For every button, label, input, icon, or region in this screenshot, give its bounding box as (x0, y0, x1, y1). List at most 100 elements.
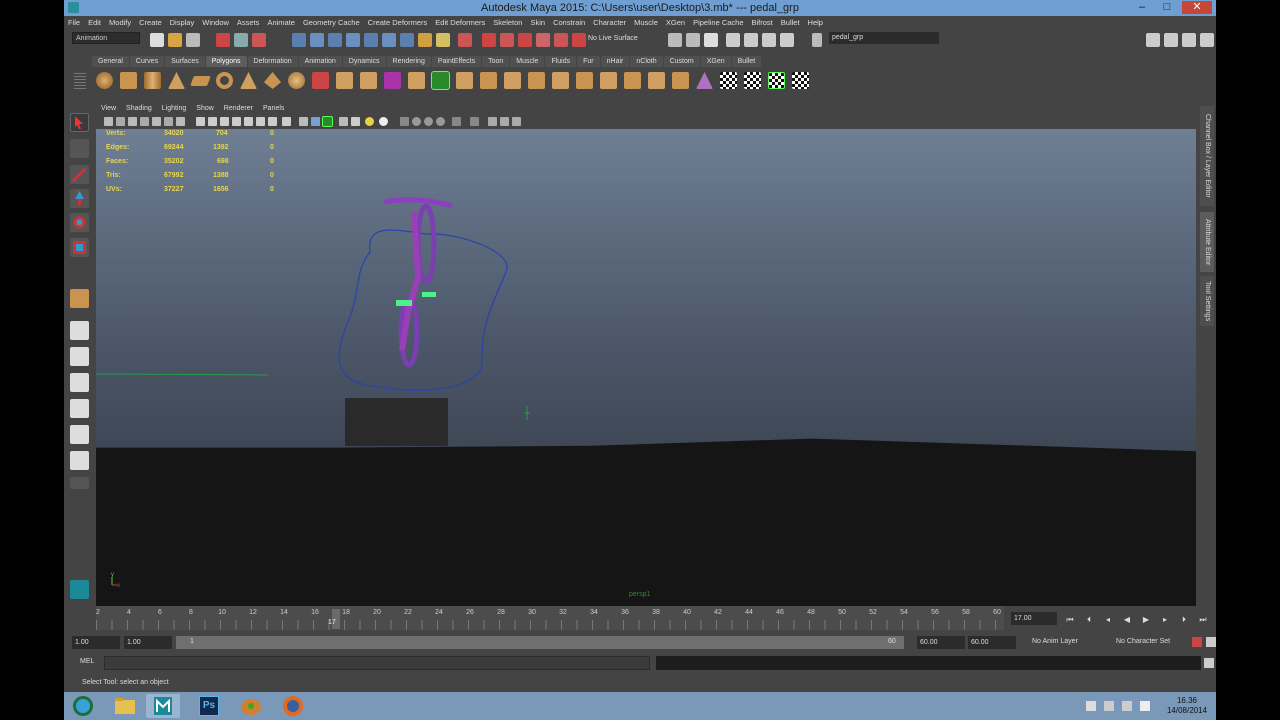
backface-culling-icon[interactable] (500, 117, 509, 126)
wireframe-icon[interactable] (299, 117, 308, 126)
current-frame-field[interactable]: 17.00 (1011, 612, 1057, 625)
render-settings-icon[interactable] (704, 33, 718, 47)
fill-hole-icon[interactable] (600, 72, 617, 89)
menu-pipeline-cache[interactable]: Pipeline Cache (689, 16, 747, 29)
shadows-icon[interactable] (379, 117, 388, 126)
bevel-icon[interactable] (504, 72, 521, 89)
save-scene-icon[interactable] (186, 33, 200, 47)
poly-cube-icon[interactable] (120, 72, 137, 89)
play-backwards-button[interactable]: ◀ (1121, 615, 1133, 624)
rotate-tool-icon[interactable] (70, 213, 89, 232)
two-d-pan-zoom-icon[interactable] (152, 117, 161, 126)
poly-sphere-icon[interactable] (96, 72, 113, 89)
modeling-toolkit-icon[interactable] (744, 33, 758, 47)
playback-start-field[interactable]: 1.00 (124, 636, 172, 649)
shelf-tab-nhair[interactable]: nHair (600, 56, 630, 67)
menu-edit[interactable]: Edit (84, 16, 105, 29)
anim-layer-dropdown[interactable]: No Anim Layer (1032, 638, 1078, 645)
maya-help-icon[interactable] (70, 580, 89, 599)
extrude-icon[interactable] (431, 71, 450, 90)
tray-app-icon[interactable] (1104, 701, 1114, 711)
menu-muscle[interactable]: Muscle (630, 16, 662, 29)
time-ruler[interactable]: 2 4 6 8 10 12 14 16 18 20 22 24 26 28 30… (96, 606, 1004, 630)
resolution-gate-icon[interactable] (208, 117, 217, 126)
select-handles-icon[interactable] (310, 33, 324, 47)
file-explorer-icon[interactable] (108, 694, 142, 718)
poly-soccer-ball-icon[interactable] (288, 72, 305, 89)
shelf-tab-muscle[interactable]: Muscle (510, 56, 545, 67)
tray-volume-icon[interactable] (1140, 701, 1150, 711)
select-rendering-icon[interactable] (418, 33, 432, 47)
menu-modify[interactable]: Modify (105, 16, 135, 29)
shelf-tab-surfaces[interactable]: Surfaces (165, 56, 205, 67)
ipr-render-icon[interactable] (686, 33, 700, 47)
paint-select-tool-icon[interactable] (70, 165, 89, 184)
menu-xgen[interactable]: XGen (662, 16, 689, 29)
tray-network-icon[interactable] (1122, 701, 1132, 711)
layout-persp-outliner-icon[interactable] (70, 373, 89, 392)
menu-character[interactable]: Character (589, 16, 630, 29)
select-object-icon[interactable] (234, 33, 248, 47)
maximize-button[interactable]: □ (1157, 1, 1177, 14)
menu-file[interactable]: File (64, 16, 84, 29)
menu-create[interactable]: Create (135, 16, 166, 29)
uv-snapshot-icon[interactable] (792, 72, 809, 89)
attribute-editor-toggle-icon[interactable] (762, 33, 776, 47)
multisample-aa-icon[interactable] (424, 117, 433, 126)
shelf-tab-curves[interactable]: Curves (129, 56, 165, 67)
step-forward-key-button[interactable]: ⏵ (1178, 615, 1190, 625)
maya-taskbar-icon[interactable] (146, 694, 180, 718)
step-back-key-button[interactable]: ⏴ (1083, 615, 1095, 625)
shelf-tab-dynamics[interactable]: Dynamics (342, 56, 386, 67)
split-polygon-icon[interactable] (552, 72, 569, 89)
cylindrical-mapping-icon[interactable] (648, 72, 665, 89)
extract-icon[interactable] (384, 72, 401, 89)
panel-layout-icon[interactable] (1200, 33, 1214, 47)
image-plane-icon[interactable] (140, 117, 149, 126)
snap-view-plane-icon[interactable] (518, 33, 532, 47)
shelf-tab-deformation[interactable]: Deformation (247, 56, 298, 67)
text-display-icon[interactable] (282, 117, 291, 126)
layout-more-icon[interactable] (70, 477, 89, 489)
layout-four-view-icon[interactable] (70, 347, 89, 366)
checker-uv-icon[interactable] (720, 72, 737, 89)
select-surfaces-icon[interactable] (364, 33, 378, 47)
layout-single-perspective-icon[interactable] (70, 321, 89, 340)
shelf-tab-xgen[interactable]: XGen (700, 56, 731, 67)
gate-mask-icon[interactable] (220, 117, 229, 126)
wireframe-on-shaded-icon[interactable] (322, 116, 333, 127)
layer-editor-toggle-icon[interactable] (1164, 33, 1178, 47)
safe-title-icon[interactable] (256, 117, 265, 126)
layout-hypershade-icon[interactable] (70, 425, 89, 444)
select-hierarchy-icon[interactable] (216, 33, 230, 47)
menu-constrain[interactable]: Constrain (549, 16, 589, 29)
poly-torus-icon[interactable] (216, 72, 233, 89)
lighting-default-icon[interactable] (351, 117, 360, 126)
channel-box-toggle-icon[interactable] (1146, 33, 1160, 47)
tab-tool-settings[interactable]: Tool Settings (1200, 276, 1214, 326)
menu-bullet[interactable]: Bullet (777, 16, 804, 29)
shelf-tab-fluids[interactable]: Fluids (545, 56, 577, 67)
bridge-icon[interactable] (456, 72, 473, 89)
viewport-menu-panels[interactable]: Panels (258, 102, 289, 115)
lasso-tool-icon[interactable] (70, 139, 89, 158)
taskbar-clock[interactable]: 16.36 14/08/2014 (1162, 696, 1212, 716)
shelf-tab-rendering[interactable]: Rendering (386, 56, 431, 67)
menu-skeleton[interactable]: Skeleton (489, 16, 526, 29)
locator[interactable] (524, 406, 530, 420)
outliner-toggle-icon[interactable] (1182, 33, 1196, 47)
shelf-tab-ncloth[interactable]: nCloth (630, 56, 663, 67)
menu-window[interactable]: Window (198, 16, 233, 29)
field-chart-icon[interactable] (232, 117, 241, 126)
shelf-tab-toon[interactable]: Toon (482, 56, 510, 67)
planar-mapping-icon[interactable] (624, 72, 641, 89)
step-back-frame-button[interactable]: ◂ (1102, 615, 1114, 624)
automatic-mapping-icon[interactable] (696, 72, 713, 89)
menu-animate[interactable]: Animate (263, 16, 299, 29)
smooth-icon[interactable] (408, 72, 425, 89)
select-dynamics-icon[interactable] (400, 33, 414, 47)
menu-edit-deformers[interactable]: Edit Deformers (431, 16, 489, 29)
menu-geometry-cache[interactable]: Geometry Cache (299, 16, 364, 29)
poly-pyramid-icon[interactable] (264, 72, 281, 89)
poly-prism-icon[interactable] (240, 72, 257, 89)
